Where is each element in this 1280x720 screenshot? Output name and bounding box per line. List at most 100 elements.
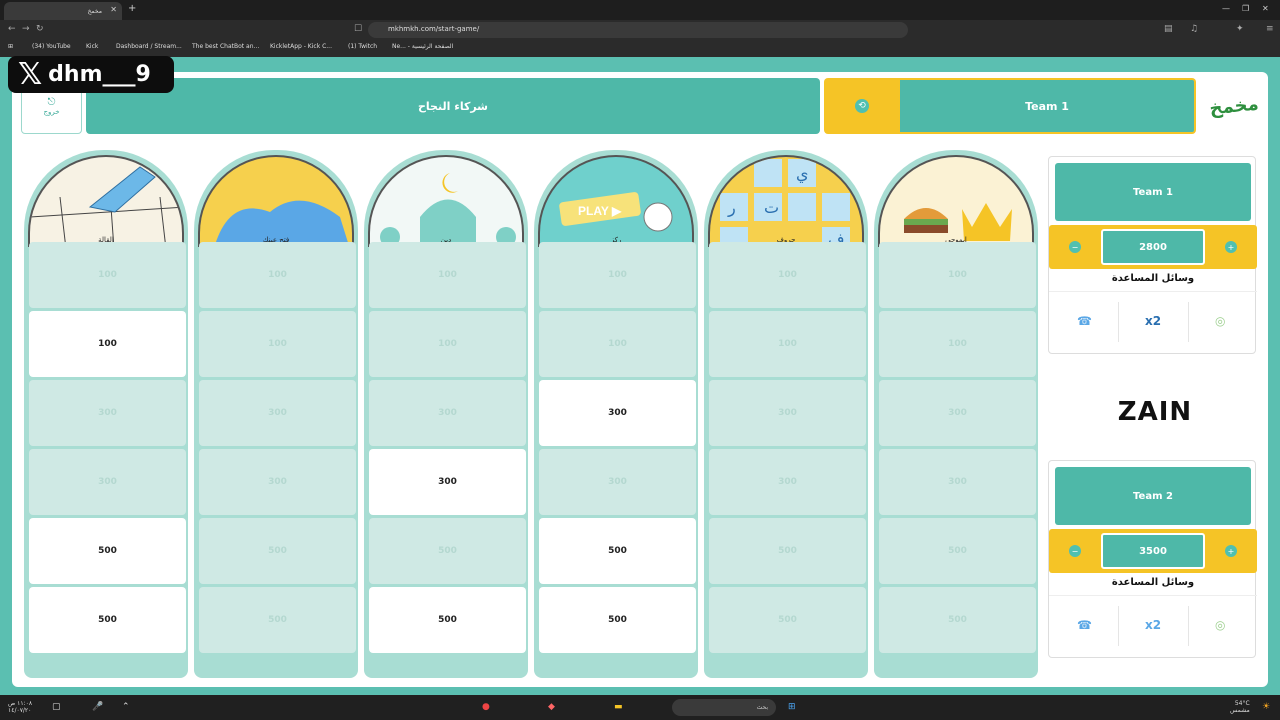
sponsor-text: ZAIN (1117, 397, 1193, 427)
cell-value: 100 (268, 339, 287, 349)
taskbar-search[interactable]: بحث (672, 699, 776, 716)
cell-value: 500 (608, 546, 627, 556)
question-cell[interactable]: 500 (369, 587, 526, 653)
turn-indicator[interactable]: ⟲ (824, 78, 900, 134)
question-cell[interactable]: 100 (709, 311, 866, 377)
question-cell[interactable]: 500 (539, 587, 696, 653)
clock: ١١:٠٨ ص ١٤/٠٧/٢٠ (8, 700, 32, 714)
question-cell[interactable]: 500 (879, 518, 1036, 584)
question-cell[interactable]: 300 (879, 449, 1036, 515)
divider (1188, 302, 1189, 342)
forward-icon[interactable]: → (22, 24, 30, 34)
microphone-icon[interactable]: 🎤 (92, 702, 103, 712)
category-image: دين (368, 155, 524, 247)
question-cell[interactable]: 100 (369, 242, 526, 308)
minimize-icon[interactable]: — (1222, 4, 1230, 13)
question-cell[interactable]: 300 (709, 449, 866, 515)
sidebar-icon[interactable]: ▤ (1164, 24, 1173, 34)
browser-chrome: مخمخ ✕ + — ❐ ✕ ← → ↻ ☐ mkhmkh.com/start-… (0, 0, 1280, 57)
question-cell[interactable]: 300 (29, 449, 186, 515)
bookmark-twitch[interactable]: (1) Twitch (348, 43, 377, 50)
question-cell[interactable]: 500 (199, 518, 356, 584)
question-cell[interactable]: 500 (879, 587, 1036, 653)
bookmark-kicklet[interactable]: KickletApp - Kick C... (270, 43, 332, 50)
question-cell[interactable]: 100 (709, 242, 866, 308)
question-cell[interactable]: 500 (539, 518, 696, 584)
notification-icon[interactable]: ▢ (52, 702, 61, 712)
weather[interactable]: 54°C مشمس (1230, 700, 1250, 714)
bookmark-kick[interactable]: Kick (86, 43, 98, 50)
cell-value: 500 (948, 615, 967, 625)
tray-expand-icon[interactable]: ⌃ (122, 702, 130, 712)
windows-start-icon[interactable]: ⊞ (788, 702, 796, 712)
question-cell[interactable]: 500 (29, 587, 186, 653)
call-friend-icon[interactable]: ☎ (1077, 618, 1092, 632)
question-cell[interactable]: 100 (369, 311, 526, 377)
question-cell[interactable]: 100 (199, 242, 356, 308)
bookmark-youtube[interactable]: (34) YouTube (32, 43, 71, 50)
cell-value: 100 (608, 339, 627, 349)
question-cell[interactable]: 500 (29, 518, 186, 584)
close-window-icon[interactable]: ✕ (1262, 4, 1269, 13)
bookmark-dashboard[interactable]: Dashboard / Stream... (116, 43, 182, 50)
extensions-icon[interactable]: ✦ (1236, 24, 1244, 34)
menu-icon[interactable]: ≡ (1266, 24, 1274, 34)
question-cell[interactable]: 300 (29, 380, 186, 446)
x-logo-icon: 𝕏 (18, 57, 43, 92)
svg-text:ي: ي (796, 164, 809, 184)
bookmark-home[interactable]: Ne... - الصفحة الرئيسية (392, 43, 453, 50)
cell-value: 100 (98, 270, 117, 280)
bookmark-icon[interactable]: ☐ (354, 24, 362, 34)
question-cell[interactable]: 300 (199, 449, 356, 515)
apps-icon[interactable]: ⊞ (8, 43, 13, 50)
brave-icon[interactable]: ◆ (548, 702, 555, 712)
question-cell[interactable]: 300 (709, 380, 866, 446)
cell-value: 100 (948, 270, 967, 280)
question-cell[interactable]: 300 (879, 380, 1036, 446)
cell-value: 300 (98, 477, 117, 487)
music-icon[interactable]: ♫ (1190, 24, 1198, 34)
question-cell[interactable]: 100 (29, 311, 186, 377)
increase-score-button[interactable]: + (1225, 545, 1237, 557)
maximize-icon[interactable]: ❐ (1242, 4, 1249, 13)
decrease-score-button[interactable]: − (1069, 241, 1081, 253)
question-cell[interactable]: 100 (29, 242, 186, 308)
svg-text:PLAY ▶: PLAY ▶ (578, 204, 622, 218)
question-cell[interactable]: 100 (879, 311, 1036, 377)
question-cell[interactable]: 300 (539, 380, 696, 446)
decrease-score-button[interactable]: − (1069, 545, 1081, 557)
category-illustration (380, 173, 516, 247)
site-logo: مخمخ (1201, 77, 1266, 135)
question-cell[interactable]: 500 (199, 587, 356, 653)
double-points-button[interactable]: x2 (1145, 618, 1161, 632)
hole-icon[interactable]: ◎ (1215, 314, 1225, 328)
question-cell[interactable]: 500 (709, 587, 866, 653)
back-icon[interactable]: ← (8, 24, 16, 34)
new-tab-icon[interactable]: + (128, 3, 136, 14)
cell-value: 300 (268, 477, 287, 487)
increase-score-button[interactable]: + (1225, 241, 1237, 253)
browser-tab[interactable]: مخمخ ✕ (4, 2, 122, 20)
question-cell[interactable]: 100 (539, 311, 696, 377)
hole-icon[interactable]: ◎ (1215, 618, 1225, 632)
question-cell[interactable]: 300 (369, 380, 526, 446)
bookmark-chatbot[interactable]: The best ChatBot an... (192, 43, 259, 50)
question-cell[interactable]: 500 (709, 518, 866, 584)
question-cell[interactable]: 300 (539, 449, 696, 515)
current-turn-team: Team 1 (900, 78, 1196, 134)
category-illustration: PLAY ▶ (559, 192, 673, 232)
help-aids: ☎ x2 ◎ (1049, 291, 1257, 351)
reload-icon[interactable]: ↻ (36, 24, 44, 34)
folder-icon[interactable]: ▬ (614, 702, 623, 712)
question-cell[interactable]: 100 (879, 242, 1036, 308)
question-cell[interactable]: 300 (199, 380, 356, 446)
address-bar[interactable]: mkhmkh.com/start-game/ (368, 22, 908, 38)
question-cell[interactable]: 500 (369, 518, 526, 584)
call-friend-icon[interactable]: ☎ (1077, 314, 1092, 328)
question-cell[interactable]: 300 (369, 449, 526, 515)
app-icon[interactable]: ● (482, 702, 490, 712)
close-tab-icon[interactable]: ✕ (110, 5, 117, 14)
question-cell[interactable]: 100 (539, 242, 696, 308)
double-points-button[interactable]: x2 (1145, 314, 1161, 328)
question-cell[interactable]: 100 (199, 311, 356, 377)
